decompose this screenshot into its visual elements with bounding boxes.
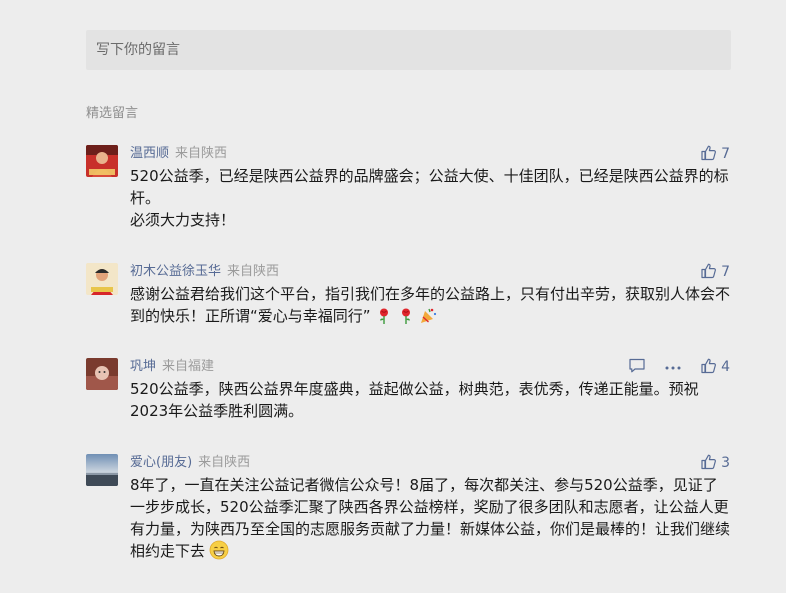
comment-location: 来自福建: [162, 359, 215, 374]
avatar[interactable]: [86, 145, 118, 177]
comment-body: 感谢公益君给我们这个平台，指引我们在多年的公益路上，只有付出辛劳，获取别人体会不…: [130, 283, 730, 331]
avatar-image: [86, 358, 118, 390]
comment-text: 8年了，一直在关注公益记者微信公众号！8届了，每次都关注、参与520公益季，见证…: [130, 474, 730, 566]
comment-author[interactable]: 温西顺: [130, 146, 169, 161]
like-count: 7: [721, 264, 730, 280]
grinning-emoji: [209, 540, 229, 566]
like-button[interactable]: 4: [700, 357, 730, 378]
like-button[interactable]: 7: [700, 262, 730, 283]
comment-item: 初木公益徐玉华 来自陕西 7 感谢公益君给我们这个平台，指引我们在多年的公益路上，…: [86, 263, 730, 333]
rose-emoji: [397, 307, 415, 331]
comment-text: 必须大力支持！: [130, 211, 236, 229]
thumbs-up-icon: [700, 357, 717, 378]
comment-author[interactable]: 巩坤: [130, 359, 156, 374]
comment-text: 520公益季，已经是陕西公益界的品牌盛会；公益大使、十佳团队，已经是陕西公益界的…: [130, 167, 729, 207]
comment-text: 感谢公益君给我们这个平台，指引我们在多年的公益路上，只有付出辛劳，获取别人体会不…: [130, 283, 730, 331]
like-button[interactable]: 3: [700, 453, 730, 474]
comment-location: 来自陕西: [175, 146, 228, 161]
avatar[interactable]: [86, 454, 118, 486]
comment-icon: [628, 357, 646, 378]
like-count: 3: [721, 455, 730, 471]
avatar[interactable]: [86, 358, 118, 390]
comment-item: 温西顺 来自陕西 7 520公益季，已经是陕西公益界的品牌盛会；公益大使、十佳团队…: [86, 145, 730, 235]
avatar-image: [86, 145, 118, 177]
comment-body: 520公益季，陕西公益界年度盛典，益起做公益，树典范，表优秀，传递正能量。预祝2…: [130, 378, 730, 422]
comment-location: 来自陕西: [227, 264, 280, 279]
more-icon: [664, 359, 682, 375]
comment-body: 520公益季，已经是陕西公益界的品牌盛会；公益大使、十佳团队，已经是陕西公益界的…: [130, 165, 730, 231]
like-count: 4: [721, 359, 730, 375]
reply-button[interactable]: [628, 357, 646, 378]
party-popper-emoji: [419, 307, 437, 331]
comment-item: 爱心(朋友) 来自陕西 3 8年了，一直在关注公益记者微信公众号！8届了，每次都关…: [86, 454, 730, 569]
thumbs-up-icon: [700, 262, 717, 283]
comment-item: 巩坤 来自福建 4 520公益季，陕西公益界年度盛典，益起做公益，树典范，表优秀，…: [86, 358, 730, 428]
section-title: 精选留言: [86, 106, 139, 121]
avatar-image: [86, 454, 118, 486]
avatar[interactable]: [86, 263, 118, 295]
comment-author[interactable]: 初木公益徐玉华: [130, 264, 221, 279]
more-button[interactable]: [664, 359, 682, 375]
comment-author[interactable]: 爱心(朋友): [130, 455, 192, 470]
thumbs-up-icon: [700, 144, 717, 165]
comment-input[interactable]: 写下你的留言: [86, 30, 731, 70]
thumbs-up-icon: [700, 453, 717, 474]
avatar-image: [86, 263, 118, 295]
rose-emoji: [375, 307, 393, 331]
like-button[interactable]: 7: [700, 144, 730, 165]
comment-location: 来自陕西: [198, 455, 251, 470]
comment-body: 8年了，一直在关注公益记者微信公众号！8届了，每次都关注、参与520公益季，见证…: [130, 474, 730, 566]
comment-text: 520公益季，陕西公益界年度盛典，益起做公益，树典范，表优秀，传递正能量。预祝2…: [130, 380, 699, 420]
like-count: 7: [721, 146, 730, 162]
